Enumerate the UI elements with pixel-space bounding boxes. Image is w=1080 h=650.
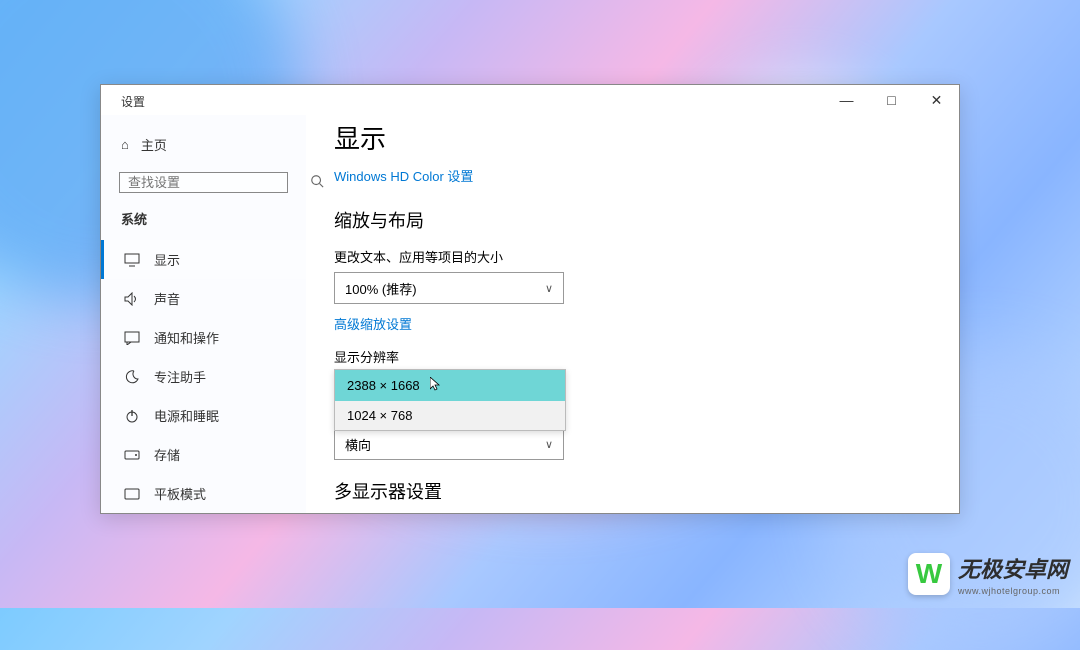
scale-section-title: 缩放与布局: [334, 207, 931, 233]
search-box[interactable]: [119, 172, 288, 193]
sidebar-item-notifications[interactable]: 通知和操作: [101, 318, 306, 357]
home-nav[interactable]: ⌂ 主页: [101, 127, 306, 162]
search-input[interactable]: [128, 175, 304, 190]
display-icon: [124, 253, 140, 267]
scale-field-label: 更改文本、应用等项目的大小: [334, 247, 931, 266]
orientation-value: 横向: [345, 435, 371, 454]
sidebar-item-label: 专注助手: [154, 367, 206, 386]
watermark: W 无极安卓网 www.wjhotelgroup.com: [908, 552, 1068, 596]
chevron-down-icon: ∨: [545, 282, 553, 295]
sidebar-item-label: 声音: [154, 289, 180, 308]
sidebar-group-label: 系统: [101, 209, 306, 240]
sidebar-item-sound[interactable]: 声音: [101, 279, 306, 318]
sidebar-item-tablet-mode[interactable]: 平板模式: [101, 474, 306, 513]
advanced-scale-link[interactable]: 高级缩放设置: [334, 314, 931, 333]
resolution-option-0[interactable]: 2388 × 1668: [335, 370, 565, 401]
sidebar-item-storage[interactable]: 存储: [101, 435, 306, 474]
resolution-field-label: 显示分辨率: [334, 347, 931, 366]
sidebar-item-label: 显示: [154, 250, 180, 269]
titlebar: — □ ✕: [101, 85, 959, 115]
multi-monitor-title: 多显示器设置: [334, 478, 931, 504]
tablet-mode-icon: [124, 488, 140, 500]
home-icon: ⌂: [121, 137, 129, 152]
watermark-logo: W: [908, 553, 950, 595]
cursor-icon: [430, 377, 442, 394]
watermark-url: www.wjhotelgroup.com: [958, 586, 1068, 596]
resolution-option-label: 2388 × 1668: [347, 378, 420, 393]
sidebar-item-label: 通知和操作: [154, 328, 219, 347]
home-label: 主页: [141, 135, 167, 154]
sidebar-item-display[interactable]: 显示: [101, 240, 306, 279]
chevron-down-icon: ∨: [545, 438, 553, 451]
watermark-brand: 无极安卓网: [958, 552, 1068, 584]
close-button[interactable]: ✕: [914, 85, 959, 115]
resolution-dropdown[interactable]: 2388 × 1668 1024 × 768: [334, 369, 566, 431]
content-area: 显示 Windows HD Color 设置 缩放与布局 更改文本、应用等项目的…: [306, 115, 959, 513]
scale-select[interactable]: 100% (推荐) ∨: [334, 272, 564, 304]
orientation-select[interactable]: 横向 ∨: [334, 428, 564, 460]
resolution-option-label: 1024 × 768: [347, 408, 412, 423]
sidebar-item-label: 电源和睡眠: [154, 406, 219, 425]
power-sleep-icon: [124, 408, 140, 424]
notifications-icon: [124, 331, 140, 345]
sidebar-item-label: 平板模式: [154, 484, 206, 503]
sidebar-item-label: 存储: [154, 445, 180, 464]
sidebar-item-focus-assist[interactable]: 专注助手: [101, 357, 306, 396]
scale-value: 100% (推荐): [345, 279, 417, 298]
sidebar: ⌂ 主页 系统 显示 声音 通知和操作: [101, 115, 306, 513]
hd-color-link[interactable]: Windows HD Color 设置: [334, 166, 931, 185]
storage-icon: [124, 449, 140, 461]
sidebar-item-power-sleep[interactable]: 电源和睡眠: [101, 396, 306, 435]
focus-assist-icon: [124, 369, 140, 385]
settings-window: 设置 — □ ✕ ⌂ 主页 系统 显示 声音: [100, 84, 960, 514]
page-title: 显示: [334, 119, 931, 156]
app-title: 设置: [121, 93, 145, 110]
maximize-button[interactable]: □: [869, 85, 914, 115]
minimize-button[interactable]: —: [824, 85, 869, 115]
sound-icon: [124, 292, 140, 306]
resolution-option-1[interactable]: 1024 × 768: [335, 401, 565, 430]
